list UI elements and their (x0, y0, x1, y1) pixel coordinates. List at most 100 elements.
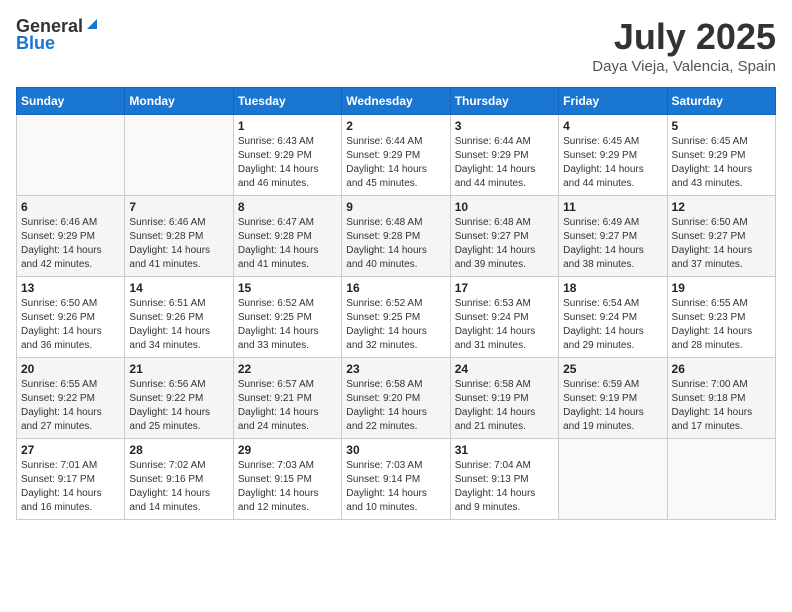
calendar-cell: 26 Sunrise: 7:00 AMSunset: 9:18 PMDayligh… (667, 358, 775, 439)
day-info: Sunrise: 6:43 AMSunset: 9:29 PMDaylight:… (238, 135, 337, 191)
day-number: 30 (346, 443, 445, 457)
calendar-cell: 3 Sunrise: 6:44 AMSunset: 9:29 PMDaylight… (450, 115, 558, 196)
calendar-cell: 2 Sunrise: 6:44 AMSunset: 9:29 PMDaylight… (342, 115, 450, 196)
calendar-cell: 16 Sunrise: 6:52 AMSunset: 9:25 PMDayligh… (342, 277, 450, 358)
day-info: Sunrise: 6:57 AMSunset: 9:21 PMDaylight:… (238, 378, 337, 434)
calendar-cell: 28 Sunrise: 7:02 AMSunset: 9:16 PMDayligh… (125, 439, 233, 520)
day-number: 6 (21, 200, 120, 214)
calendar-cell: 19 Sunrise: 6:55 AMSunset: 9:23 PMDayligh… (667, 277, 775, 358)
day-number: 28 (129, 443, 228, 457)
day-info: Sunrise: 6:52 AMSunset: 9:25 PMDaylight:… (238, 297, 337, 353)
calendar-cell: 25 Sunrise: 6:59 AMSunset: 9:19 PMDayligh… (559, 358, 667, 439)
calendar-header-row: SundayMondayTuesdayWednesdayThursdayFrid… (17, 88, 776, 115)
calendar-cell: 30 Sunrise: 7:03 AMSunset: 9:14 PMDayligh… (342, 439, 450, 520)
day-number: 27 (21, 443, 120, 457)
day-info: Sunrise: 7:01 AMSunset: 9:17 PMDaylight:… (21, 459, 120, 515)
calendar-cell (667, 439, 775, 520)
day-info: Sunrise: 6:46 AMSunset: 9:29 PMDaylight:… (21, 216, 120, 272)
calendar-week-row: 20 Sunrise: 6:55 AMSunset: 9:22 PMDayligh… (17, 358, 776, 439)
calendar-cell: 14Sunrise: 6:51 AMSunset: 9:26 PMDayligh… (125, 277, 233, 358)
day-number: 24 (455, 362, 554, 376)
calendar-cell: 10Sunrise: 6:48 AMSunset: 9:27 PMDayligh… (450, 196, 558, 277)
logo: General Blue (16, 16, 99, 54)
day-info: Sunrise: 6:58 AMSunset: 9:20 PMDaylight:… (346, 378, 445, 434)
day-info: Sunrise: 6:46 AMSunset: 9:28 PMDaylight:… (129, 216, 228, 272)
day-number: 26 (672, 362, 771, 376)
day-info: Sunrise: 6:55 AMSunset: 9:23 PMDaylight:… (672, 297, 771, 353)
calendar-cell: 29 Sunrise: 7:03 AMSunset: 9:15 PMDayligh… (233, 439, 341, 520)
calendar-day-header: Thursday (450, 88, 558, 115)
calendar-day-header: Wednesday (342, 88, 450, 115)
logo-blue-text: Blue (16, 33, 55, 54)
calendar-cell: 21 Sunrise: 6:56 AMSunset: 9:22 PMDayligh… (125, 358, 233, 439)
day-number: 13 (21, 281, 120, 295)
calendar-cell: 17 Sunrise: 6:53 AMSunset: 9:24 PMDayligh… (450, 277, 558, 358)
calendar-cell: 1 Sunrise: 6:43 AMSunset: 9:29 PMDaylight… (233, 115, 341, 196)
calendar-cell: 7 Sunrise: 6:46 AMSunset: 9:28 PMDaylight… (125, 196, 233, 277)
day-info: Sunrise: 6:45 AMSunset: 9:29 PMDaylight:… (672, 135, 771, 191)
day-number: 19 (672, 281, 771, 295)
day-number: 14 (129, 281, 228, 295)
day-info: Sunrise: 6:54 AMSunset: 9:24 PMDaylight:… (563, 297, 662, 353)
day-info: Sunrise: 7:04 AMSunset: 9:13 PMDaylight:… (455, 459, 554, 515)
day-number: 9 (346, 200, 445, 214)
calendar-cell: 24 Sunrise: 6:58 AMSunset: 9:19 PMDayligh… (450, 358, 558, 439)
day-number: 5 (672, 119, 771, 133)
day-info: Sunrise: 7:02 AMSunset: 9:16 PMDaylight:… (129, 459, 228, 515)
day-info: Sunrise: 7:00 AMSunset: 9:18 PMDaylight:… (672, 378, 771, 434)
calendar-cell (17, 115, 125, 196)
calendar-cell: 31Sunrise: 7:04 AMSunset: 9:13 PMDayligh… (450, 439, 558, 520)
day-info: Sunrise: 6:49 AMSunset: 9:27 PMDaylight:… (563, 216, 662, 272)
day-number: 3 (455, 119, 554, 133)
day-info: Sunrise: 6:50 AMSunset: 9:26 PMDaylight:… (21, 297, 120, 353)
day-info: Sunrise: 7:03 AMSunset: 9:14 PMDaylight:… (346, 459, 445, 515)
day-number: 1 (238, 119, 337, 133)
day-info: Sunrise: 6:55 AMSunset: 9:22 PMDaylight:… (21, 378, 120, 434)
day-number: 15 (238, 281, 337, 295)
day-number: 17 (455, 281, 554, 295)
calendar-cell: 11 Sunrise: 6:49 AMSunset: 9:27 PMDayligh… (559, 196, 667, 277)
calendar-day-header: Monday (125, 88, 233, 115)
day-info: Sunrise: 6:50 AMSunset: 9:27 PMDaylight:… (672, 216, 771, 272)
day-number: 2 (346, 119, 445, 133)
calendar-week-row: 1 Sunrise: 6:43 AMSunset: 9:29 PMDaylight… (17, 115, 776, 196)
day-info: Sunrise: 6:44 AMSunset: 9:29 PMDaylight:… (346, 135, 445, 191)
calendar-cell (125, 115, 233, 196)
calendar-day-header: Tuesday (233, 88, 341, 115)
calendar-cell: 5 Sunrise: 6:45 AMSunset: 9:29 PMDaylight… (667, 115, 775, 196)
day-number: 7 (129, 200, 228, 214)
calendar-week-row: 6 Sunrise: 6:46 AMSunset: 9:29 PMDaylight… (17, 196, 776, 277)
day-info: Sunrise: 6:52 AMSunset: 9:25 PMDaylight:… (346, 297, 445, 353)
day-info: Sunrise: 6:44 AMSunset: 9:29 PMDaylight:… (455, 135, 554, 191)
day-info: Sunrise: 6:58 AMSunset: 9:19 PMDaylight:… (455, 378, 554, 434)
day-number: 16 (346, 281, 445, 295)
day-number: 11 (563, 200, 662, 214)
day-info: Sunrise: 6:56 AMSunset: 9:22 PMDaylight:… (129, 378, 228, 434)
calendar-day-header: Sunday (17, 88, 125, 115)
day-info: Sunrise: 6:53 AMSunset: 9:24 PMDaylight:… (455, 297, 554, 353)
day-number: 29 (238, 443, 337, 457)
calendar-cell: 20 Sunrise: 6:55 AMSunset: 9:22 PMDayligh… (17, 358, 125, 439)
day-number: 4 (563, 119, 662, 133)
calendar-week-row: 27 Sunrise: 7:01 AMSunset: 9:17 PMDayligh… (17, 439, 776, 520)
day-info: Sunrise: 7:03 AMSunset: 9:15 PMDaylight:… (238, 459, 337, 515)
calendar-cell: 18Sunrise: 6:54 AMSunset: 9:24 PMDayligh… (559, 277, 667, 358)
day-number: 20 (21, 362, 120, 376)
logo-arrow-icon (85, 17, 99, 36)
day-number: 21 (129, 362, 228, 376)
calendar-cell (559, 439, 667, 520)
day-info: Sunrise: 6:47 AMSunset: 9:28 PMDaylight:… (238, 216, 337, 272)
day-number: 12 (672, 200, 771, 214)
day-number: 10 (455, 200, 554, 214)
day-number: 25 (563, 362, 662, 376)
calendar-cell: 27 Sunrise: 7:01 AMSunset: 9:17 PMDayligh… (17, 439, 125, 520)
calendar-cell: 13 Sunrise: 6:50 AMSunset: 9:26 PMDayligh… (17, 277, 125, 358)
day-info: Sunrise: 6:59 AMSunset: 9:19 PMDaylight:… (563, 378, 662, 434)
calendar-cell: 9Sunrise: 6:48 AMSunset: 9:28 PMDaylight… (342, 196, 450, 277)
calendar-cell: 8Sunrise: 6:47 AMSunset: 9:28 PMDaylight… (233, 196, 341, 277)
page-header: General Blue July 2025 Daya Vieja, Valen… (16, 16, 776, 75)
calendar-table: SundayMondayTuesdayWednesdayThursdayFrid… (16, 87, 776, 520)
calendar-cell: 4Sunrise: 6:45 AMSunset: 9:29 PMDaylight… (559, 115, 667, 196)
title-section: July 2025 Daya Vieja, Valencia, Spain (592, 16, 776, 75)
day-number: 22 (238, 362, 337, 376)
